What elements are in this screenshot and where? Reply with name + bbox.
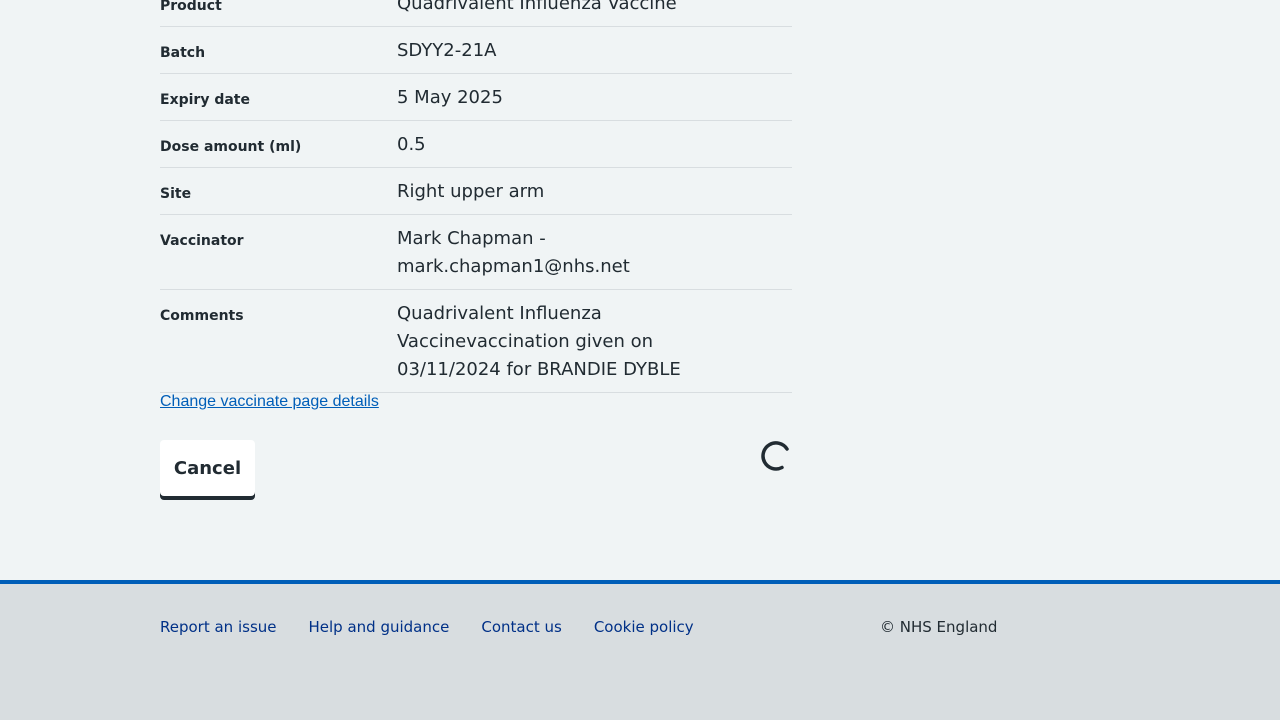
change-vaccinate-details-link[interactable]: Change vaccinate page details	[160, 393, 379, 411]
copyright-text: © NHS England	[880, 618, 998, 636]
footer-link-report-issue[interactable]: Report an issue	[160, 618, 277, 636]
summary-row-site: Site Right upper arm	[160, 168, 792, 215]
vaccination-summary-list: Product Quadrivalent Influenza Vaccine B…	[160, 0, 792, 393]
summary-key: Expiry date	[160, 92, 250, 108]
summary-key: Vaccinator	[160, 233, 244, 249]
spinner-icon	[761, 441, 789, 471]
summary-key: Site	[160, 186, 192, 202]
summary-key: Comments	[160, 308, 244, 324]
main-content: Product Quadrivalent Influenza Vaccine B…	[0, 0, 1280, 580]
summary-row-dose-amount: Dose amount (ml) 0.5	[160, 121, 792, 168]
summary-row-expiry-date: Expiry date 5 May 2025	[160, 74, 792, 121]
summary-key: Dose amount (ml)	[160, 139, 302, 155]
summary-value: Quadrivalent Influenza Vaccinevaccinatio…	[397, 303, 681, 380]
summary-value: Quadrivalent Influenza Vaccine	[397, 0, 677, 14]
summary-key: Batch	[160, 45, 206, 61]
summary-row-vaccinator: Vaccinator Mark Chapman - mark.chapman1@…	[160, 215, 792, 290]
footer-link-cookie-policy[interactable]: Cookie policy	[594, 618, 694, 636]
site-footer: Report an issue Help and guidance Contac…	[0, 580, 1280, 720]
footer-link-contact-us[interactable]: Contact us	[481, 618, 561, 636]
footer-links: Report an issue Help and guidance Contac…	[160, 618, 694, 636]
footer-link-help-guidance[interactable]: Help and guidance	[309, 618, 450, 636]
cancel-button[interactable]: Cancel	[160, 440, 255, 496]
summary-row-comments: Comments Quadrivalent Influenza Vaccinev…	[160, 290, 792, 393]
summary-value: 0.5	[397, 134, 426, 155]
summary-value: Mark Chapman - mark.chapman1@nhs.net	[397, 228, 630, 277]
summary-value: SDYY2-21A	[397, 40, 497, 61]
summary-value: 5 May 2025	[397, 87, 503, 108]
summary-value: Right upper arm	[397, 181, 545, 202]
summary-row-batch: Batch SDYY2-21A	[160, 27, 792, 74]
summary-row-product: Product Quadrivalent Influenza Vaccine	[160, 0, 792, 27]
summary-key: Product	[160, 0, 222, 14]
